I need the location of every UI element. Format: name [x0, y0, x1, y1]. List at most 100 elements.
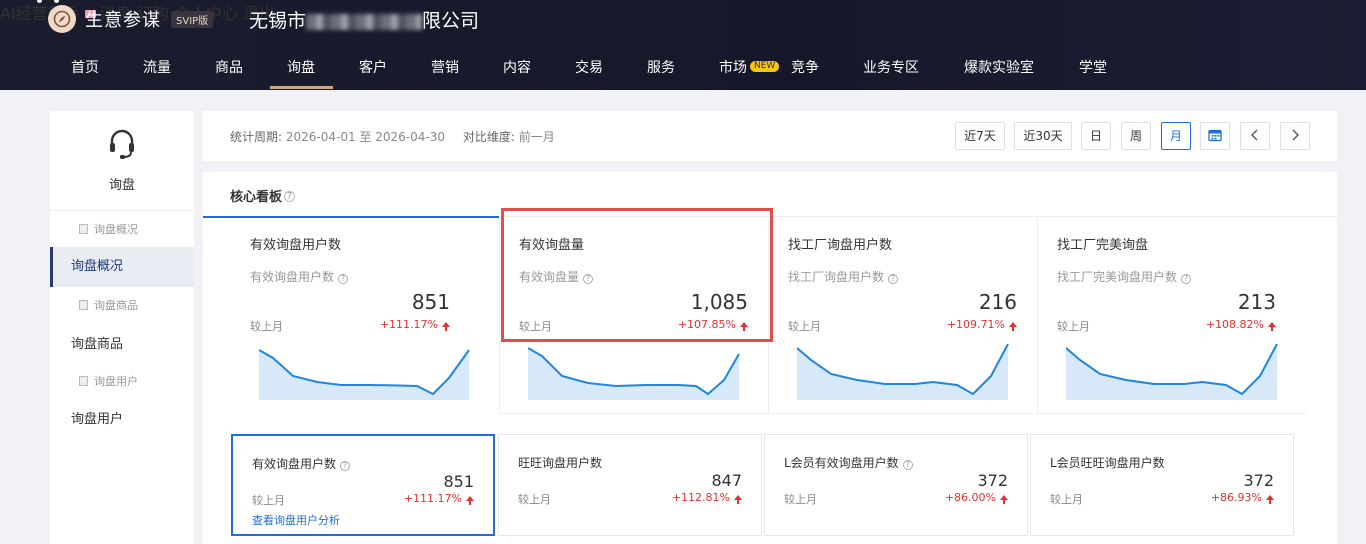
- nav-business-zone[interactable]: 业务专区: [863, 57, 919, 77]
- metric-change-value: +111.17%: [403, 492, 462, 505]
- kpi-change-value: +108.82%: [1205, 318, 1264, 331]
- calendar-icon: [1208, 129, 1222, 142]
- nav-customers[interactable]: 客户: [359, 57, 387, 77]
- sidebar-section-label: 询盘用户: [94, 375, 138, 388]
- compare-label: 较上月: [1050, 493, 1083, 506]
- notification-dot: [37, 0, 42, 3]
- compare-label: 对比维度:: [462, 130, 515, 144]
- new-badge: NEW: [750, 61, 780, 72]
- metric-card[interactable]: 有效询盘用户数? 851 较上月 +111.17% 查看询盘用户分析: [231, 434, 495, 536]
- help-icon[interactable]: ?: [902, 460, 913, 470]
- next-period-button[interactable]: [1280, 122, 1310, 150]
- core-dashboard-panel: 核心看板? 有效询盘用户数 有效询盘用户数? 851 较上月 +111.17% …: [203, 172, 1337, 544]
- arrow-up-icon: [734, 495, 742, 504]
- arrow-up-icon: [442, 322, 450, 331]
- kpi-change: +108.82%: [1206, 318, 1276, 331]
- nav-academy[interactable]: 学堂: [1079, 57, 1107, 77]
- last-7-days-button[interactable]: 近7天: [955, 122, 1005, 150]
- nav-home[interactable]: 首页: [71, 57, 99, 77]
- kpi-subtitle: 有效询盘用户数?: [250, 268, 349, 285]
- previous-period-button[interactable]: [1240, 122, 1270, 150]
- period-value: 2026-04-01 至 2026-04-30: [285, 130, 445, 144]
- sidebar-title: 询盘: [108, 178, 135, 193]
- kpi-title: 找工厂完美询盘: [1057, 238, 1149, 253]
- nav-market[interactable]: 市场 NEW: [719, 57, 780, 77]
- kpi-change-value: +111.17%: [379, 318, 438, 331]
- metric-change: +111.17%: [404, 492, 474, 505]
- sidebar-item-inquiry-overview[interactable]: 询盘概况: [50, 247, 194, 287]
- day-button[interactable]: 日: [1081, 122, 1111, 150]
- metric-card[interactable]: L会员有效询盘用户数? 372 较上月 +86.00%: [764, 434, 1028, 536]
- compare-label: 较上月: [1057, 320, 1090, 333]
- metric-value: 847: [711, 471, 742, 490]
- panel-title-text: 核心看板: [230, 190, 283, 205]
- help-icon[interactable]: ?: [338, 274, 349, 284]
- calendar-button[interactable]: [1200, 122, 1230, 150]
- month-button[interactable]: 月: [1161, 122, 1191, 150]
- nav-competition[interactable]: 竞争: [791, 57, 819, 77]
- metric-change: +86.93%: [1211, 491, 1274, 504]
- help-icon[interactable]: ?: [340, 461, 351, 471]
- period-info: 统计周期: 2026-04-01 至 2026-04-30 对比维度: 前一月: [230, 128, 555, 145]
- kpi-change-value: +109.71%: [946, 318, 1005, 331]
- company-name-prefix: 无锡市: [249, 10, 307, 32]
- panel-title: 核心看板?: [230, 186, 296, 205]
- metric-change-value: +86.00%: [944, 491, 996, 504]
- metric-card[interactable]: L会员旺旺询盘用户数 372 较上月 +86.93%: [1030, 434, 1294, 536]
- nav-inquiry[interactable]: 询盘: [270, 57, 333, 89]
- compare-label: 较上月: [788, 320, 821, 333]
- metric-value: 372: [977, 471, 1008, 490]
- metric-value: 372: [1243, 471, 1274, 490]
- metric-title: 有效询盘用户数?: [252, 455, 351, 472]
- metric-title-text: 有效询盘用户数: [252, 457, 337, 471]
- nav-trade[interactable]: 交易: [575, 57, 603, 77]
- sidebar-section-label: 询盘商品: [94, 299, 138, 312]
- week-button[interactable]: 周: [1121, 122, 1151, 150]
- brand[interactable]: 生意参谋 SVIP版: [48, 5, 214, 33]
- compare-label: 较上月: [252, 494, 285, 507]
- nav-hot-lab[interactable]: 爆款实验室: [964, 57, 1034, 77]
- sidebar-header: 询盘: [50, 111, 194, 211]
- compass-logo-icon: [48, 5, 76, 33]
- help-icon[interactable]: ?: [1181, 274, 1192, 284]
- arrow-up-icon: [1266, 495, 1274, 504]
- document-icon: [79, 300, 88, 310]
- kpi-card[interactable]: 有效询盘用户数 有效询盘用户数? 851 较上月 +111.17%: [203, 218, 472, 413]
- nav-market-label: 市场: [719, 60, 747, 76]
- kpi-card[interactable]: 找工厂完美询盘 找工厂完美询盘用户数? 213 较上月 +108.82%: [1037, 218, 1306, 413]
- sidebar-item-inquiry-users[interactable]: 询盘用户: [50, 408, 194, 427]
- svip-badge: SVIP版: [171, 10, 214, 28]
- top-bar: 生意参谋 SVIP版 无锡市限公司 AI经营助手 消息 订购 个人中心 退出 首…: [0, 0, 1366, 90]
- period-label: 统计周期:: [230, 130, 283, 144]
- sparkline-chart: [528, 347, 740, 400]
- sidebar-section-overview: 询盘概况: [50, 221, 194, 237]
- kpi-subtitle-text: 找工厂完美询盘用户数: [1057, 270, 1178, 284]
- metric-value: 851: [443, 472, 474, 491]
- nav-service[interactable]: 服务: [647, 57, 675, 77]
- kpi-value: 851: [411, 290, 450, 314]
- nav-content[interactable]: 内容: [503, 57, 531, 77]
- sparkline-chart: [1066, 344, 1278, 400]
- view-user-analysis-link[interactable]: 查看询盘用户分析: [252, 512, 340, 528]
- compare-label: 较上月: [518, 493, 551, 506]
- kpi-subtitle-text: 有效询盘用户数: [250, 270, 335, 284]
- nav-marketing[interactable]: 营销: [431, 57, 459, 77]
- document-icon: [79, 224, 88, 234]
- company-name-suffix: 限公司: [422, 10, 480, 32]
- sidebar-item-inquiry-products[interactable]: 询盘商品: [50, 333, 194, 352]
- metric-card[interactable]: 旺旺询盘用户数 847 较上月 +112.81%: [498, 434, 762, 536]
- help-icon[interactable]: ?: [888, 274, 899, 284]
- help-icon[interactable]: ?: [284, 191, 296, 202]
- sidebar: 询盘 询盘概况 询盘概况 询盘商品 询盘商品 询盘用户 询盘用户: [50, 111, 194, 544]
- metric-change-value: +112.81%: [671, 491, 730, 504]
- nav-products[interactable]: 商品: [215, 57, 243, 77]
- nav-traffic[interactable]: 流量: [143, 57, 171, 77]
- last-30-days-button[interactable]: 近30天: [1014, 122, 1072, 150]
- sidebar-section-products: 询盘商品: [50, 297, 194, 313]
- arrow-up-icon: [1000, 495, 1008, 504]
- document-icon: [79, 376, 88, 386]
- kpi-title: 有效询盘用户数: [250, 238, 342, 253]
- metric-change: +86.00%: [945, 491, 1008, 504]
- arrow-up-icon: [466, 496, 474, 505]
- kpi-card[interactable]: 找工厂询盘用户数 找工厂询盘用户数? 216 较上月 +109.71%: [768, 218, 1037, 413]
